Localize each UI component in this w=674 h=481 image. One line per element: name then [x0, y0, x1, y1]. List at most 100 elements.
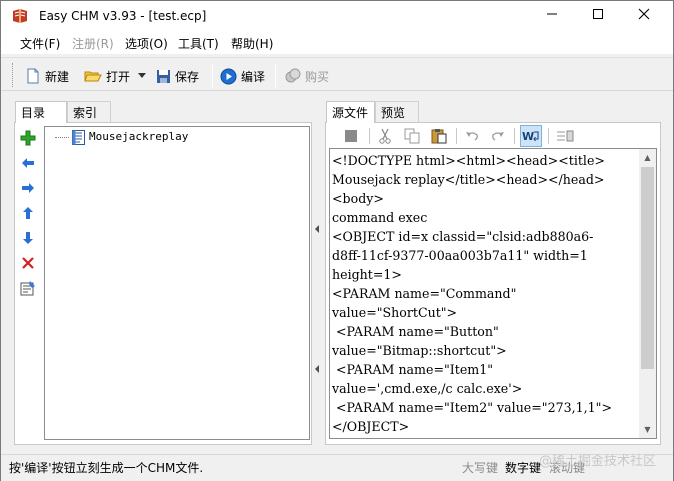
maximize-button[interactable] — [575, 1, 621, 32]
menu-tools[interactable]: 工具(T) — [178, 35, 219, 52]
move-left-button[interactable] — [17, 152, 39, 174]
buy-button[interactable]: 购买 — [285, 65, 329, 87]
save-button-label: 保存 — [175, 69, 200, 84]
move-up-button[interactable] — [17, 202, 39, 224]
toolbar-separator — [275, 64, 276, 88]
plus-icon — [20, 130, 36, 146]
source-line: </OBJECT> — [332, 419, 410, 434]
open-dropdown-button[interactable] — [138, 65, 147, 87]
tab-preview[interactable]: 预览 — [375, 101, 419, 122]
title-bar[interactable]: Easy CHM v3.93 - [test.ecp] — [1, 1, 673, 32]
source-line: <PARAM name="Command" — [332, 286, 517, 301]
right-tab-strip: 源文件 预览 — [326, 101, 446, 123]
editor-separator — [548, 128, 549, 144]
copy-button[interactable] — [401, 125, 423, 147]
close-icon — [638, 8, 650, 20]
source-line: value="ShortCut"> — [332, 305, 458, 320]
menu-options[interactable]: 选项(O) — [125, 35, 168, 52]
editor-separator — [514, 128, 515, 144]
stop-icon — [345, 130, 357, 142]
stop-button[interactable] — [340, 125, 362, 147]
close-button[interactable] — [621, 1, 667, 32]
save-button[interactable]: 保存 — [156, 65, 199, 87]
arrow-right-icon — [22, 183, 34, 193]
cut-button[interactable] — [374, 125, 396, 147]
source-line: <body> — [332, 191, 384, 206]
buy-coins-icon — [285, 68, 301, 83]
minimize-button[interactable] — [529, 1, 575, 32]
menu-register[interactable]: 注册(R) — [72, 35, 114, 52]
watermark-text: @稀土掘金技术社区 — [539, 454, 657, 469]
toolbar-grip[interactable] — [12, 63, 15, 87]
source-line: <!DOCTYPE html><html><head><title> — [332, 153, 605, 168]
word-wrap-toggle[interactable]: W — [520, 125, 542, 147]
source-editor[interactable]: <!DOCTYPE html><html><head><title> Mousej… — [329, 148, 657, 439]
contents-tree[interactable]: Mousejackreplay — [44, 126, 310, 440]
editor-toolbar: W — [330, 125, 657, 147]
new-button-label: 新建 — [45, 69, 70, 84]
undo-button[interactable] — [461, 125, 483, 147]
source-line: <PARAM name="Item2" value="273,1,1"> — [332, 400, 613, 415]
insert-text-icon — [557, 130, 574, 142]
redo-icon — [492, 132, 504, 141]
menu-help[interactable]: 帮助(H) — [231, 35, 273, 52]
topic-properties-button[interactable] — [17, 277, 39, 299]
window-title: Easy CHM v3.93 - [test.ecp] — [39, 9, 207, 23]
move-right-button[interactable] — [17, 177, 39, 199]
svg-text:W: W — [522, 130, 534, 143]
editor-separator — [369, 128, 370, 144]
buy-button-label: 购买 — [305, 69, 330, 84]
compile-button-label: 编译 — [241, 69, 266, 84]
source-line: height=1> — [332, 267, 402, 282]
cut-scissors-icon — [379, 128, 391, 144]
open-button-label: 打开 — [106, 69, 131, 84]
new-file-icon — [27, 68, 39, 84]
scroll-up-arrow[interactable]: ▲ — [639, 149, 656, 166]
maximize-icon — [593, 9, 603, 19]
num-lock-indicator: 数字键 — [505, 461, 542, 475]
open-button[interactable]: 打开 — [84, 65, 130, 87]
app-logo-icon — [13, 9, 27, 23]
scroll-down-arrow[interactable]: ▼ — [639, 421, 656, 438]
editor-vertical-scrollbar[interactable]: ▲ ▼ — [639, 149, 656, 438]
menu-bar: 文件(F) 注册(R) 选项(O) 工具(T) 帮助(H) — [1, 32, 673, 54]
arrow-up-icon — [23, 207, 33, 219]
tab-source[interactable]: 源文件 — [326, 101, 375, 123]
source-code-text[interactable]: <!DOCTYPE html><html><head><title> Mousej… — [332, 151, 612, 436]
paste-button[interactable] — [428, 125, 450, 147]
status-message: 按'编译'按钮立刻生成一个CHM文件. — [9, 461, 204, 475]
panel-splitter[interactable] — [313, 122, 323, 445]
add-topic-button[interactable] — [17, 127, 39, 149]
tree-item-label[interactable]: Mousejackreplay — [89, 130, 188, 143]
source-line: value=',cmd.exe,/c calc.exe'> — [332, 381, 523, 396]
move-down-button[interactable] — [17, 227, 39, 249]
source-line: command exec — [332, 210, 428, 225]
redo-button[interactable] — [487, 125, 509, 147]
compile-play-icon — [220, 68, 237, 84]
source-line: Mousejack replay</title><head></head> — [332, 172, 605, 187]
delete-x-icon — [22, 257, 34, 269]
save-disk-icon — [157, 69, 170, 83]
new-button[interactable]: 新建 — [25, 65, 69, 87]
left-tab-strip: 目录 索引 — [15, 101, 135, 123]
source-line: value="Bitmap::shortcut"> — [332, 343, 507, 358]
word-wrap-icon: W — [522, 130, 539, 143]
undo-icon — [466, 132, 478, 141]
main-toolbar: 新建 打开 保存 编译 购买 — [1, 57, 673, 91]
menu-file[interactable]: 文件(F) — [20, 35, 60, 52]
minimize-icon — [547, 13, 557, 15]
source-line: <PARAM name="Button" — [332, 324, 499, 339]
splitter-arrows-icon — [315, 225, 319, 373]
properties-icon — [20, 281, 35, 296]
tab-index[interactable]: 索引 — [67, 101, 111, 122]
tab-contents[interactable]: 目录 — [15, 101, 67, 123]
source-line: d8ff-11cf-9377-00aa003b7a11" width=1 — [332, 248, 588, 263]
editor-separator — [456, 128, 457, 144]
insert-button[interactable] — [554, 125, 576, 147]
paste-clipboard-icon — [431, 129, 447, 144]
delete-topic-button[interactable] — [17, 252, 39, 274]
scroll-thumb[interactable] — [641, 167, 654, 369]
chevron-down-icon — [138, 73, 146, 78]
source-line: <PARAM name="Item1" — [332, 362, 494, 377]
compile-button[interactable]: 编译 — [220, 65, 265, 87]
